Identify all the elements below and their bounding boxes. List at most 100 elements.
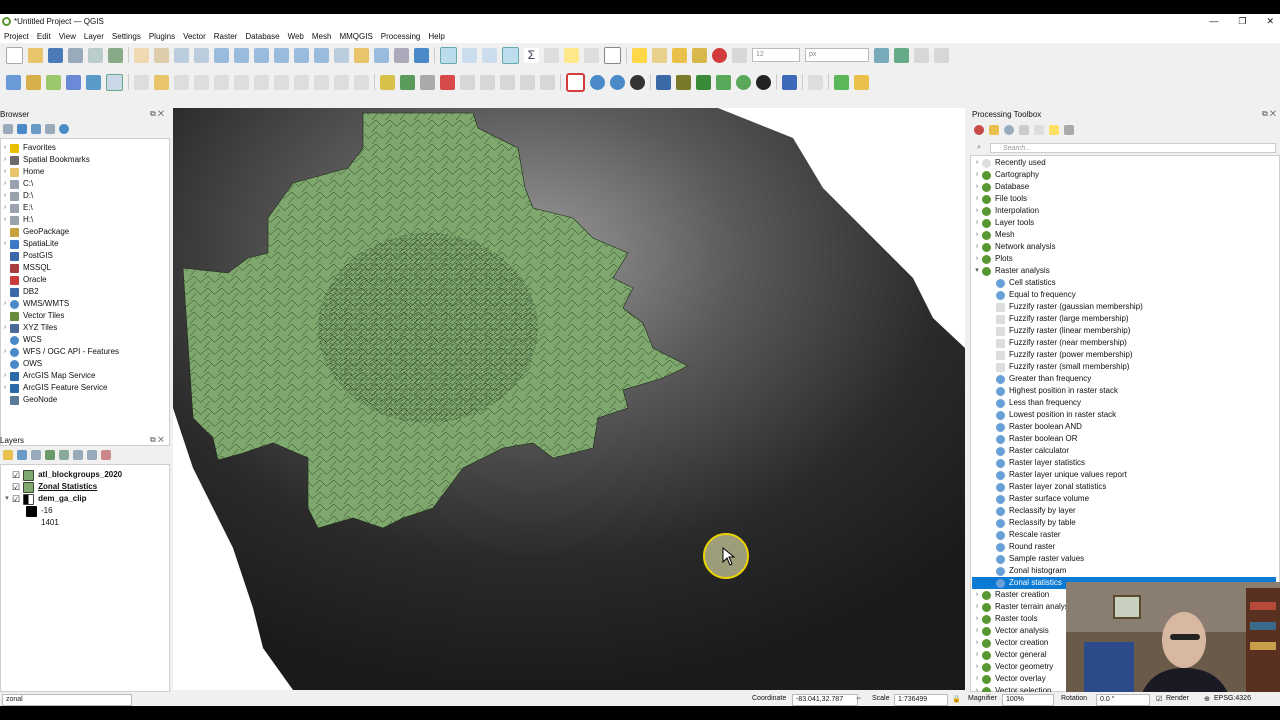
style-manager-icon[interactable] — [108, 47, 123, 63]
layer-visibility-checkbox[interactable]: ☑ — [12, 493, 20, 505]
new-map-view-icon[interactable] — [334, 47, 349, 63]
browser-item[interactable]: WCS — [0, 334, 168, 346]
select-location-icon[interactable] — [692, 47, 707, 63]
chevron-right-icon[interactable]: › — [972, 229, 982, 241]
zoom-layer-icon[interactable] — [254, 47, 269, 63]
font-unit-select[interactable]: px — [805, 48, 869, 62]
menu-raster[interactable]: Raster — [214, 30, 238, 43]
toolbox-group[interactable]: › Cartography — [972, 169, 1276, 181]
menu-mesh[interactable]: Mesh — [312, 30, 332, 43]
filter-icon[interactable] — [874, 47, 889, 63]
menu-vector[interactable]: Vector — [183, 30, 206, 43]
layer-labeling-icon[interactable] — [400, 74, 415, 90]
toolbox-group[interactable]: › Database — [972, 181, 1276, 193]
chevron-right-icon[interactable]: › — [0, 322, 10, 334]
layer-item[interactable]: ▾ ☑ dem_ga_clip — [2, 493, 166, 505]
lock-scale-icon[interactable]: 🔒 — [952, 695, 961, 703]
attribute-table-icon[interactable] — [462, 47, 477, 63]
toggle-editing-icon[interactable] — [154, 74, 169, 90]
render-checkbox[interactable]: ☑ — [1156, 695, 1162, 703]
new-shapefile-icon[interactable] — [46, 74, 61, 90]
chevron-right-icon[interactable]: › — [0, 382, 10, 394]
options-wrench-icon[interactable] — [1064, 125, 1074, 135]
save-edits-icon[interactable] — [174, 74, 189, 90]
bookmark-icon[interactable] — [354, 47, 369, 63]
scripts-icon[interactable] — [989, 125, 999, 135]
minimize-button[interactable]: — — [1209, 16, 1218, 27]
chevron-right-icon[interactable]: › — [972, 613, 982, 625]
history-icon[interactable] — [716, 74, 731, 90]
tip-bulb-icon[interactable] — [1049, 125, 1059, 135]
menu-mmqgis[interactable]: MMQGIS — [339, 30, 372, 43]
edit-pencil-icon[interactable] — [134, 74, 149, 90]
toolbox-tool[interactable]: Raster surface volume — [972, 493, 1276, 505]
toolbox-tool[interactable]: Raster calculator — [972, 445, 1276, 457]
toolbox-tool[interactable]: Highest position in raster stack — [972, 385, 1276, 397]
highlight-labels-icon[interactable] — [440, 74, 455, 90]
toolbox-group[interactable]: › Layer tools — [972, 217, 1276, 229]
layer-item[interactable]: ☑ Zonal Statistics — [2, 481, 166, 493]
toolbox-tool[interactable]: Raster boolean OR — [972, 433, 1276, 445]
browser-item[interactable]: GeoNode — [0, 394, 168, 406]
web-globe-icon[interactable] — [610, 74, 625, 90]
results-viewer-icon[interactable] — [736, 74, 751, 90]
font-size-field[interactable]: 12 — [752, 48, 800, 62]
chevron-right-icon[interactable]: › — [0, 298, 10, 310]
undo-icon[interactable] — [334, 74, 349, 90]
browser-item[interactable]: › Spatial Bookmarks — [0, 154, 168, 166]
toolbox-tool[interactable]: Equal to frequency — [972, 289, 1276, 301]
quickosm-icon[interactable] — [834, 74, 849, 90]
copy-features-icon[interactable] — [294, 74, 309, 90]
chevron-right-icon[interactable]: › — [972, 169, 982, 181]
chevron-right-icon[interactable]: › — [972, 601, 982, 613]
magnifier-field[interactable]: 100% — [1002, 694, 1054, 706]
python-console-icon[interactable] — [656, 74, 671, 90]
toolbox-tool[interactable]: Sample raster values — [972, 553, 1276, 565]
print-layout-icon[interactable] — [88, 47, 103, 63]
redo-icon[interactable] — [354, 74, 369, 90]
toolbox-tool[interactable]: Raster layer zonal statistics — [972, 481, 1276, 493]
menu-web[interactable]: Web — [288, 30, 304, 43]
chevron-right-icon[interactable]: › — [0, 214, 10, 226]
add-feature-icon[interactable] — [194, 74, 209, 90]
rotate-label-icon[interactable] — [480, 74, 495, 90]
plugin-globe-icon[interactable] — [756, 74, 771, 90]
model-designer-icon[interactable] — [696, 74, 711, 90]
layers-float-button[interactable]: ⧉ ✕ — [150, 435, 164, 445]
chevron-right-icon[interactable]: › — [972, 637, 982, 649]
chevron-right-icon[interactable]: › — [972, 649, 982, 661]
toolbox-tool[interactable]: Raster layer unique values report — [972, 469, 1276, 481]
grass-icon[interactable] — [630, 74, 645, 90]
georeferencer-icon[interactable] — [566, 72, 585, 92]
menu-processing[interactable]: Processing — [381, 30, 421, 43]
toolbox-tool[interactable]: Less than frequency — [972, 397, 1276, 409]
chevron-right-icon[interactable]: › — [972, 625, 982, 637]
map-tips-icon[interactable] — [564, 47, 579, 63]
browser-item[interactable]: › XYZ Tiles — [0, 322, 168, 334]
filter-icon[interactable] — [31, 124, 41, 134]
open-project-icon[interactable] — [28, 47, 43, 63]
label-tool-icon[interactable] — [380, 74, 395, 90]
results-icon[interactable] — [1019, 125, 1029, 135]
select-by-expression-icon[interactable] — [652, 47, 667, 63]
open-layer-styling-icon[interactable] — [3, 450, 13, 460]
layer-item[interactable]: ☑ atl_blockgroups_2020 — [2, 469, 166, 481]
remove-layer-icon[interactable] — [101, 450, 111, 460]
chevron-right-icon[interactable]: › — [0, 346, 10, 358]
chevron-right-icon[interactable]: › — [0, 238, 10, 250]
filter-legend-icon[interactable] — [45, 450, 55, 460]
processing-toolbox-icon[interactable] — [502, 46, 519, 64]
toolbox-float-button[interactable]: ⧉ ✕ — [1262, 109, 1276, 119]
temporal-controller-icon[interactable] — [394, 47, 409, 63]
info-icon[interactable] — [59, 124, 69, 134]
toolbox-tool[interactable]: Cell statistics — [972, 277, 1276, 289]
browser-item[interactable]: › WMS/WMTS — [0, 298, 168, 310]
layer-visibility-checkbox[interactable]: ☑ — [12, 481, 20, 493]
toolbox-tool[interactable]: Zonal histogram — [972, 565, 1276, 577]
refresh-icon[interactable] — [17, 124, 27, 134]
filter-by-expression-icon[interactable] — [59, 450, 69, 460]
coordinate-field[interactable]: -83.041,32.787 — [792, 694, 858, 706]
toolbox-search-input[interactable]: Search... — [990, 143, 1276, 153]
help-icon[interactable] — [782, 74, 797, 90]
chevron-right-icon[interactable]: › — [972, 205, 982, 217]
